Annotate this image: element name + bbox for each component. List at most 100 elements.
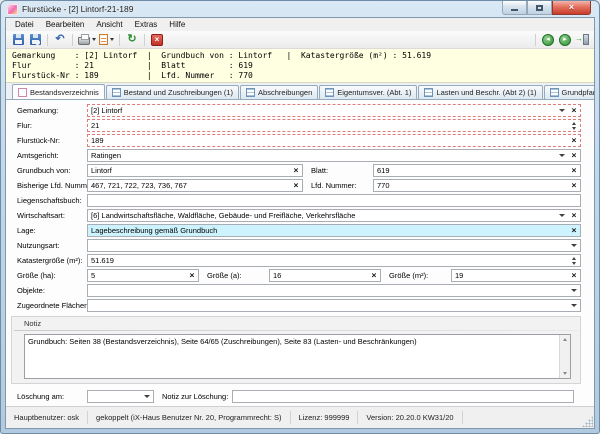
grundbuch-von-clear-icon[interactable]: × — [290, 165, 302, 176]
lage-input[interactable] — [88, 225, 568, 236]
window-controls: × — [502, 1, 591, 15]
zugeordnete-flaechen-input[interactable] — [88, 300, 568, 311]
groesse-m2-clear-icon[interactable]: × — [568, 270, 580, 281]
report-button[interactable] — [98, 32, 115, 47]
bisherige-lfd-nummer-input[interactable] — [88, 180, 290, 191]
wirtschaftsart-label: Wirtschaftsart: — [17, 211, 87, 220]
delete-record-button[interactable]: × — [149, 32, 165, 47]
flur-spinner[interactable] — [568, 120, 580, 131]
menu-bearbeiten[interactable]: Bearbeiten — [40, 18, 91, 31]
amtsgericht-label: Amtsgericht: — [17, 151, 87, 160]
gemarkung-clear-icon[interactable]: × — [568, 105, 580, 116]
grundbuch-von-input[interactable] — [88, 165, 290, 176]
katastergroesse-spinner[interactable] — [568, 255, 580, 266]
blatt-input[interactable] — [374, 165, 568, 176]
close-button[interactable]: × — [552, 1, 591, 15]
blatt-clear-icon[interactable]: × — [568, 165, 580, 176]
notiz-zur-loeschung-input[interactable] — [233, 391, 573, 402]
menu-extras[interactable]: Extras — [129, 18, 164, 31]
menu-hilfe[interactable]: Hilfe — [163, 18, 191, 31]
objekte-dropdown-icon[interactable] — [568, 285, 580, 296]
form-row: Objekte: — [17, 284, 581, 297]
tab-bar: Bestandsverzeichnis Bestand und Zuschrei… — [6, 83, 594, 100]
tab-bestand-und-zuschreibungen[interactable]: Bestand und Zuschreibungen (1) — [106, 85, 239, 99]
amtsgericht-dropdown-icon[interactable] — [556, 150, 568, 161]
nutzungsart-dropdown-icon[interactable] — [568, 240, 580, 251]
notiz-textarea[interactable]: Grundbuch: Seiten 38 (Bestandsverzeichni… — [25, 335, 559, 378]
bisherige-lfd-nummer-clear-icon[interactable]: × — [290, 180, 302, 191]
tab-icon — [18, 88, 27, 97]
flur-input[interactable] — [88, 120, 568, 131]
maximize-button[interactable] — [527, 1, 552, 15]
tab-eigentumsver[interactable]: Eigentumsver. (Abt. 1) — [319, 85, 417, 99]
scroll-up-icon[interactable] — [560, 335, 570, 344]
tab-lasten-und-beschr[interactable]: Lasten und Beschr. (Abt 2) (1) — [418, 85, 542, 99]
gemarkung-dropdown-icon[interactable] — [556, 105, 568, 116]
form-row: Grundbuch von: × Blatt: × — [17, 164, 581, 177]
lage-clear-icon[interactable]: × — [568, 225, 580, 236]
groesse-a-clear-icon[interactable]: × — [368, 270, 380, 281]
refresh-icon: ↻ — [127, 34, 136, 45]
status-lizenz: Lizenz: 999999 — [291, 411, 359, 424]
scroll-down-icon[interactable] — [560, 369, 570, 378]
prev-record-button[interactable]: ◂ — [540, 32, 556, 47]
form-row: Größe (ha): × Größe (a): × Größe (m²): × — [17, 269, 581, 282]
notiz-group-label: Notiz — [12, 319, 580, 328]
loeschung-am-label: Löschung am: — [17, 392, 87, 401]
tab-abschreibungen[interactable]: Abschreibungen — [240, 85, 318, 99]
menu-datei[interactable]: Datei — [9, 18, 40, 31]
form-row: Amtsgericht: × — [17, 149, 581, 162]
notiz-scrollbar[interactable] — [559, 335, 570, 378]
print-button[interactable] — [77, 32, 97, 47]
report-list-icon — [99, 34, 108, 45]
minimize-button[interactable] — [502, 1, 527, 15]
flurstueck-nr-input[interactable] — [88, 135, 568, 146]
loeschung-am-input[interactable] — [88, 391, 141, 402]
exit-door-icon — [583, 34, 589, 45]
lfd-nummer-field: × — [373, 179, 581, 192]
save-as-button[interactable] — [27, 32, 43, 47]
tab-icon — [325, 88, 334, 97]
wirtschaftsart-input[interactable] — [88, 210, 556, 221]
save-as-badge — [35, 40, 40, 45]
toolbar-separator — [72, 34, 73, 46]
form-row: Nutzungsart: — [17, 239, 581, 252]
zugeordnete-flaechen-dropdown-icon[interactable] — [568, 300, 580, 311]
amtsgericht-clear-icon[interactable]: × — [568, 150, 580, 161]
toolbar-separator — [119, 34, 120, 46]
status-version: Version: 20.20.0 KW31/20 — [358, 411, 462, 424]
nutzungsart-input[interactable] — [88, 240, 568, 251]
tab-bestandsverzeichnis[interactable]: Bestandsverzeichnis — [12, 84, 105, 100]
lfd-nummer-clear-icon[interactable]: × — [568, 180, 580, 191]
wirtschaftsart-dropdown-icon[interactable] — [556, 210, 568, 221]
info-line-1: Gemarkung : [2] Lintorf | Grundbuch von … — [12, 51, 588, 61]
groesse-ha-clear-icon[interactable]: × — [186, 270, 198, 281]
client-area: Datei Bearbeiten Ansicht Extras Hilfe ↶ … — [5, 17, 595, 429]
objekte-input[interactable] — [88, 285, 568, 296]
loeschung-am-dropdown-icon[interactable] — [141, 391, 153, 402]
groesse-a-input[interactable] — [270, 270, 368, 281]
undo-button[interactable]: ↶ — [52, 32, 68, 47]
save-button[interactable] — [10, 32, 26, 47]
next-record-button[interactable]: ▸ — [557, 32, 573, 47]
print-dropdown-icon — [92, 38, 96, 41]
wirtschaftsart-clear-icon[interactable]: × — [568, 210, 580, 221]
menu-ansicht[interactable]: Ansicht — [90, 18, 128, 31]
bisherige-lfd-nummer-field: × — [87, 179, 303, 192]
tab-icon — [112, 88, 121, 97]
gemarkung-input[interactable] — [88, 105, 556, 116]
refresh-button[interactable]: ↻ — [124, 32, 140, 47]
katastergroesse-input[interactable] — [88, 255, 568, 266]
form-row: Flur: — [17, 119, 581, 132]
groesse-m2-input[interactable] — [452, 270, 568, 281]
lfd-nummer-input[interactable] — [374, 180, 568, 191]
exit-button[interactable]: → — [574, 32, 590, 47]
status-gekoppelt: gekoppelt (iX-Haus Benutzer Nr. 20, Prog… — [88, 411, 291, 424]
liegenschaftsbuch-input[interactable] — [88, 195, 580, 206]
groesse-ha-input[interactable] — [88, 270, 186, 281]
amtsgericht-input[interactable] — [88, 150, 556, 161]
tab-grundpfandrechte[interactable]: Grundpfandrechte (Abt.3) (1) — [544, 85, 594, 99]
flurstueck-nr-clear-icon[interactable]: × — [568, 135, 580, 146]
groesse-m2-field: × — [451, 269, 581, 282]
resize-grip[interactable] — [582, 416, 593, 427]
